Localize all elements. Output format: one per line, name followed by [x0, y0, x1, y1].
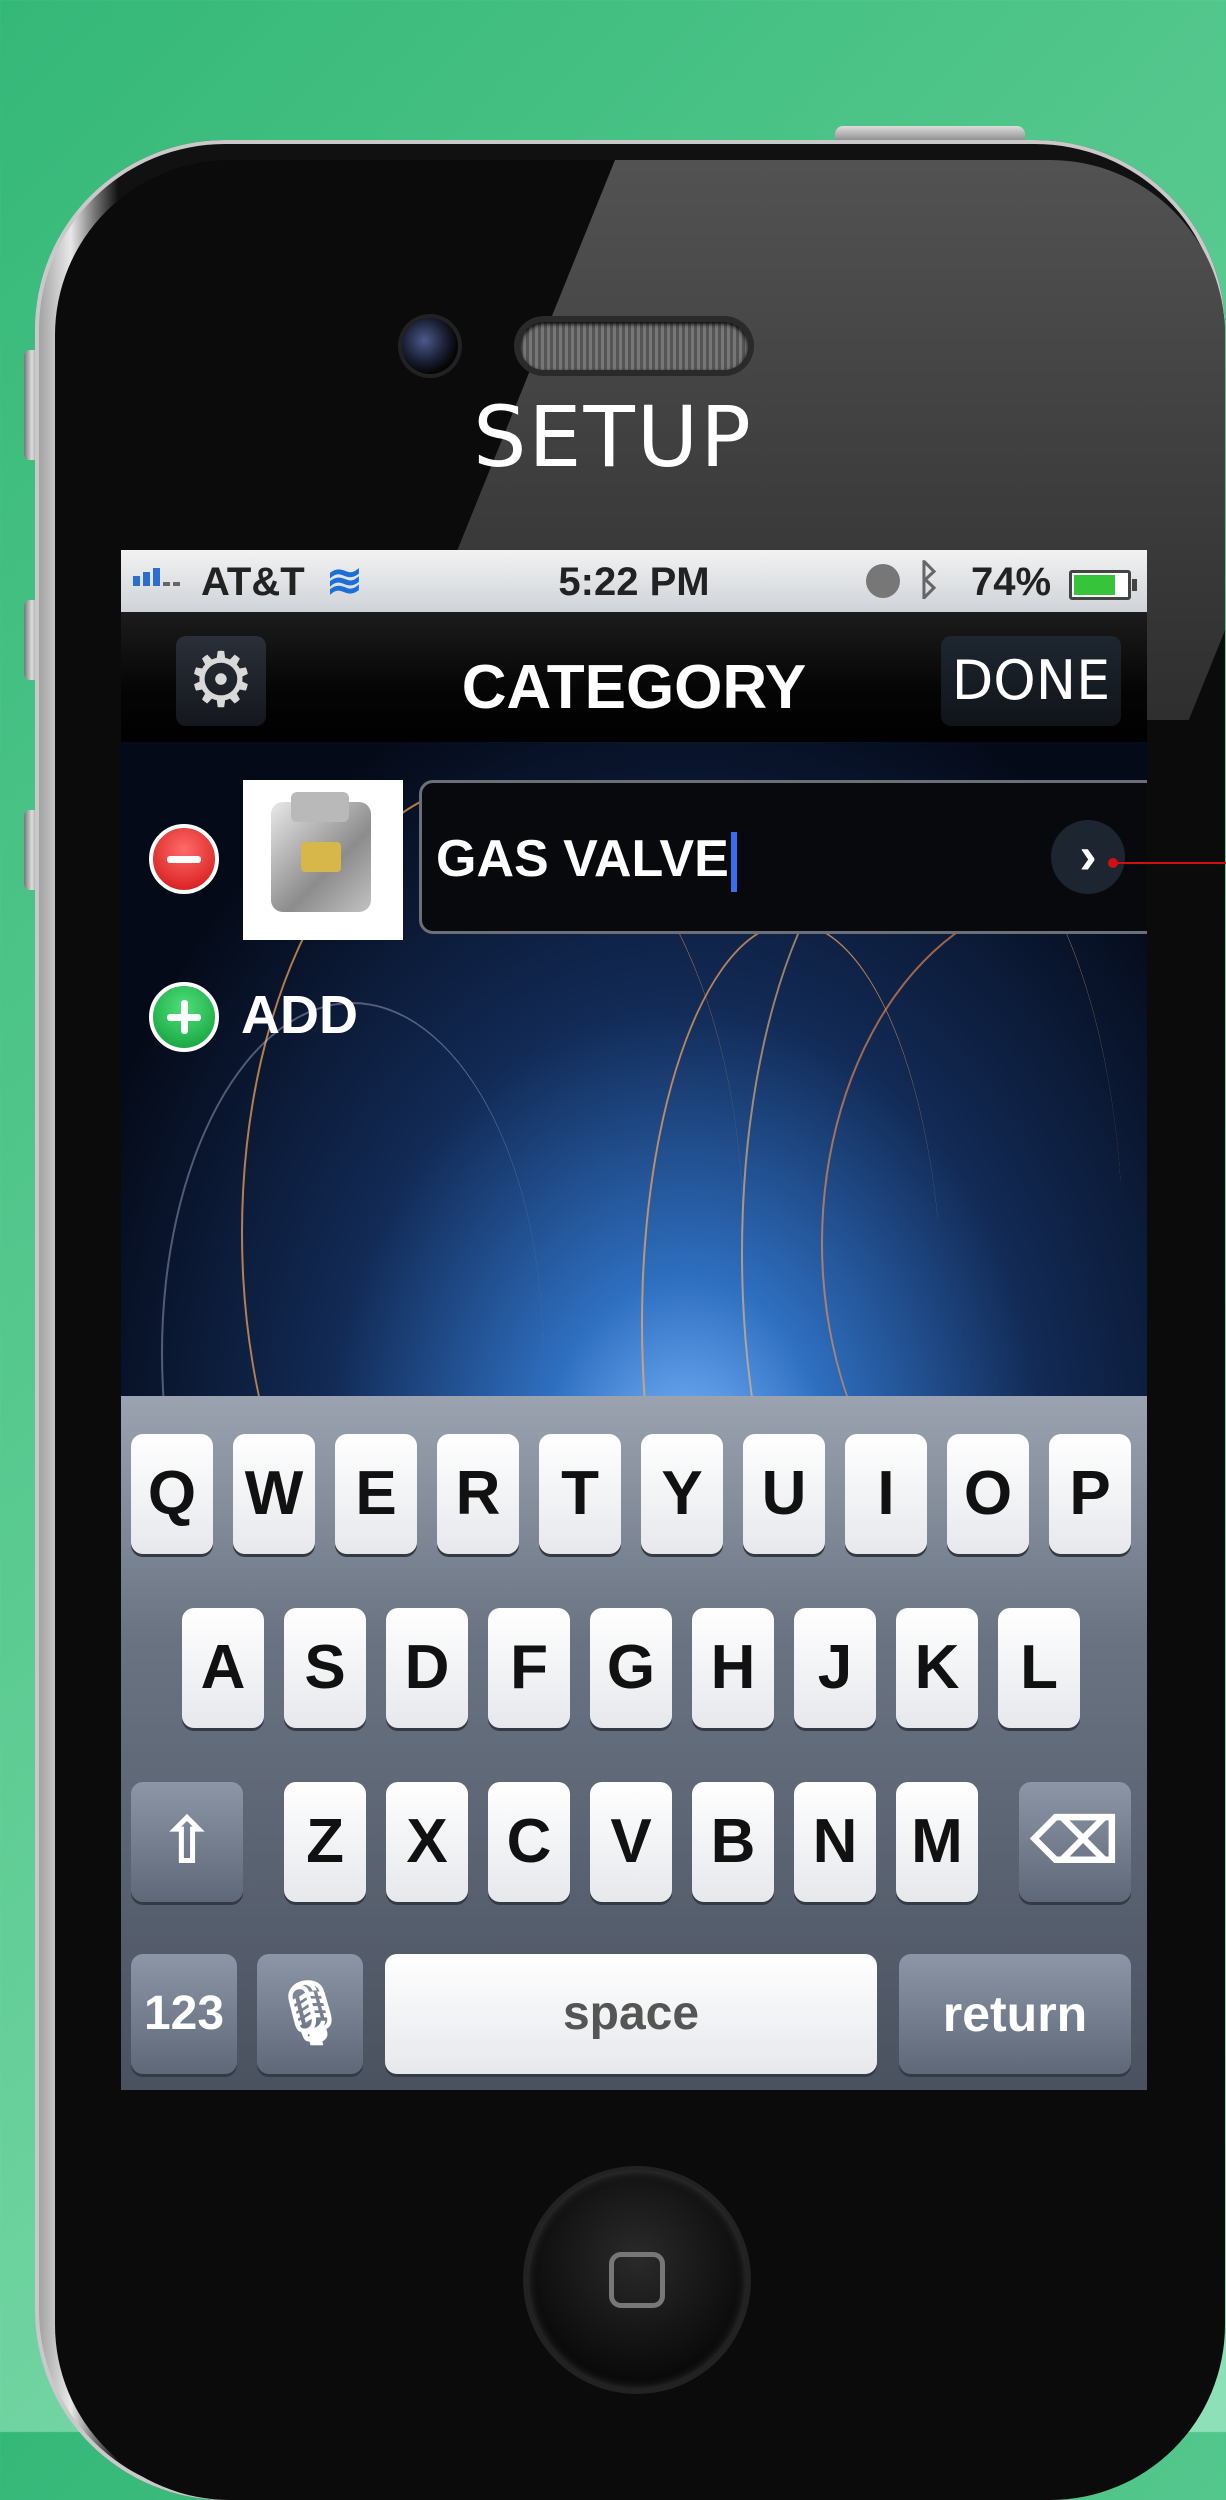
- key[interactable]: E: [335, 1434, 417, 1554]
- key[interactable]: C: [488, 1782, 570, 1902]
- delete-key[interactable]: ⌫: [1019, 1782, 1131, 1902]
- key[interactable]: P: [1049, 1434, 1131, 1554]
- key[interactable]: H: [692, 1608, 774, 1728]
- return-key[interactable]: return: [899, 1954, 1131, 2074]
- key[interactable]: T: [539, 1434, 621, 1554]
- dictation-key[interactable]: 🎙: [257, 1954, 363, 2074]
- add-label[interactable]: ADD: [241, 984, 358, 1046]
- annotation-line: [1112, 862, 1226, 864]
- key[interactable]: J: [794, 1608, 876, 1728]
- key[interactable]: S: [284, 1608, 366, 1728]
- phone-screen: AT&T ≋ 5:22 PM ᛒ 74% ⚙ CATEGORY DONE GAS…: [121, 550, 1147, 2090]
- key[interactable]: V: [590, 1782, 672, 1902]
- key[interactable]: Q: [131, 1434, 213, 1554]
- category-name-field[interactable]: GAS VALVE: [419, 780, 1147, 934]
- category-detail-button[interactable]: ›: [1051, 820, 1125, 894]
- alarm-clock-icon: [866, 564, 900, 598]
- key[interactable]: F: [488, 1608, 570, 1728]
- gas-valve-image: [271, 792, 371, 912]
- microphone-icon: 🎙: [270, 1979, 350, 2048]
- numbers-key[interactable]: 123: [131, 1954, 237, 2074]
- key[interactable]: G: [590, 1608, 672, 1728]
- category-thumbnail[interactable]: [243, 780, 403, 940]
- key[interactable]: A: [182, 1608, 264, 1728]
- navigation-bar: ⚙ CATEGORY DONE: [121, 612, 1147, 742]
- backspace-icon: ⌫: [1031, 1807, 1119, 1876]
- key[interactable]: D: [386, 1608, 468, 1728]
- key[interactable]: K: [896, 1608, 978, 1728]
- key[interactable]: Z: [284, 1782, 366, 1902]
- remove-category-button[interactable]: [149, 824, 219, 894]
- chevron-right-icon: ›: [1079, 827, 1097, 885]
- key[interactable]: R: [437, 1434, 519, 1554]
- done-button[interactable]: DONE: [941, 636, 1121, 726]
- category-name-value: GAS VALVE: [436, 830, 729, 888]
- battery-percent: 74%: [971, 560, 1052, 604]
- add-category-button[interactable]: [149, 982, 219, 1052]
- key[interactable]: W: [233, 1434, 315, 1554]
- key[interactable]: U: [743, 1434, 825, 1554]
- speaker-grille: [520, 322, 748, 370]
- key[interactable]: X: [386, 1782, 468, 1902]
- key[interactable]: O: [947, 1434, 1029, 1554]
- key[interactable]: M: [896, 1782, 978, 1902]
- battery-icon: [1069, 570, 1137, 600]
- status-bar: AT&T ≋ 5:22 PM ᛒ 74%: [121, 550, 1147, 612]
- bluetooth-icon: ᛒ: [916, 556, 942, 603]
- key[interactable]: Y: [641, 1434, 723, 1554]
- key[interactable]: L: [998, 1608, 1080, 1728]
- home-button[interactable]: [527, 2170, 747, 2390]
- shift-arrow-icon: ⇧: [161, 1807, 213, 1876]
- shift-key[interactable]: ⇧: [131, 1782, 243, 1902]
- keyboard: Q W E R T Y U I O P A S D F G H J K L ⇧ …: [121, 1396, 1147, 2090]
- category-list: GAS VALVE › ADD: [121, 742, 1147, 1396]
- space-key[interactable]: space: [385, 1954, 877, 2074]
- page-title: SETUP: [473, 388, 753, 486]
- text-caret: [730, 832, 737, 893]
- key[interactable]: B: [692, 1782, 774, 1902]
- key[interactable]: I: [845, 1434, 927, 1554]
- camera: [402, 318, 458, 374]
- key[interactable]: N: [794, 1782, 876, 1902]
